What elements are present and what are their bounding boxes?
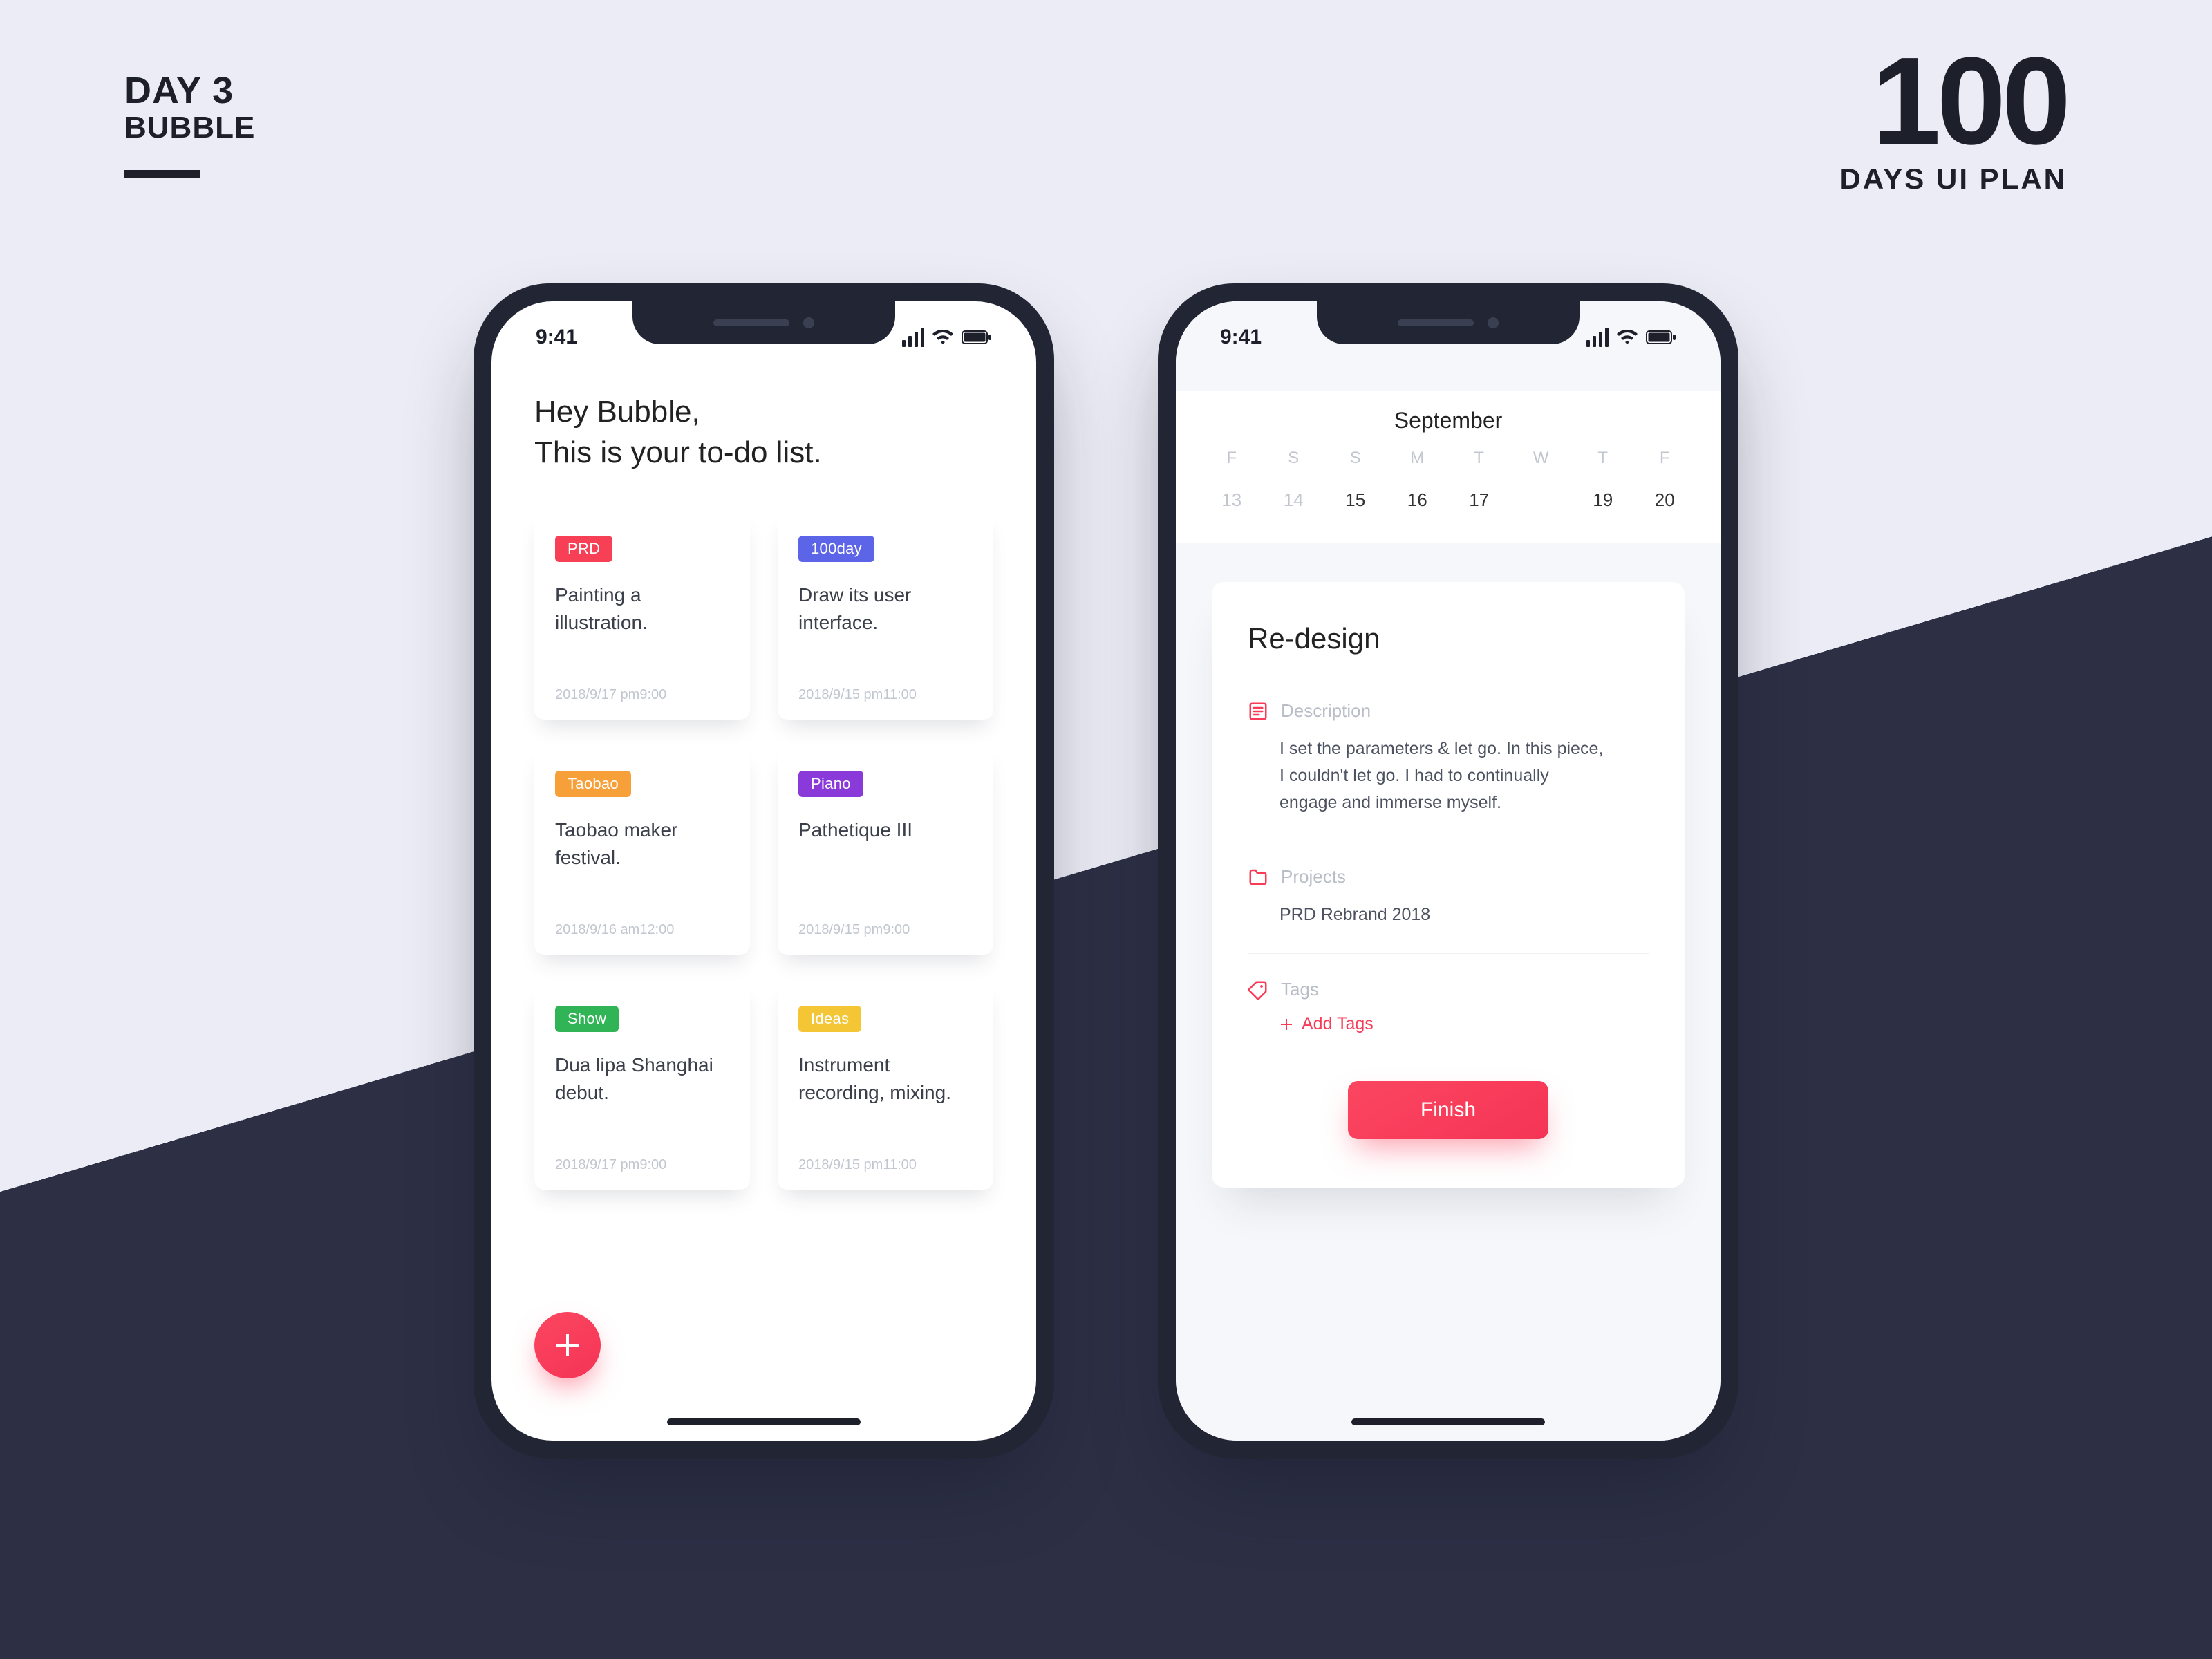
card-tag: Show xyxy=(555,1006,619,1032)
todo-cards-grid: PRD Painting a illustration. 2018/9/17 pm9… xyxy=(534,512,993,1190)
signal-icon xyxy=(1586,328,1609,347)
phone-detail: 9:41 September FSSMTWTF 1314151617181920… xyxy=(1158,283,1738,1459)
weekday-label: M xyxy=(1387,449,1449,468)
folder-icon xyxy=(1248,867,1268,888)
card-meta: 2018/9/15 pm9:00 xyxy=(798,901,973,938)
finish-label: Finish xyxy=(1421,1098,1476,1122)
card-title: Taobao maker festival. xyxy=(555,816,729,872)
task-detail-card: Re-design Description I set the paramete… xyxy=(1212,582,1685,1188)
weekday-label: F xyxy=(1634,449,1696,468)
task-title: Re-design xyxy=(1248,622,1649,655)
add-tags-label: Add Tags xyxy=(1302,1014,1374,1034)
calendar-date[interactable]: 14 xyxy=(1263,480,1325,519)
phone-todo: 9:41 Hey Bubble, This is your to-do list… xyxy=(474,283,1054,1459)
calendar-month: September xyxy=(1176,408,1721,433)
section-tags: Tags Add Tags xyxy=(1248,953,1649,1047)
todo-card[interactable]: 100day Draw its user interface. 2018/9/15 … xyxy=(778,512,993,720)
projects-text: PRD Rebrand 2018 xyxy=(1248,888,1607,948)
canvas-brand: 100 DAYS UI PLAN xyxy=(1839,48,2067,196)
weekday-label: F xyxy=(1201,449,1263,468)
canvas-label: DAY 3 BUBBLE xyxy=(124,69,255,178)
plus-icon xyxy=(554,1331,581,1359)
description-text: I set the parameters & let go. In this p… xyxy=(1248,722,1607,835)
greeting-line1: Hey Bubble, xyxy=(534,391,993,432)
calendar-date[interactable]: 19 xyxy=(1572,480,1634,519)
calendar-date[interactable]: 17 xyxy=(1448,480,1510,519)
calendar-date[interactable]: 20 xyxy=(1634,480,1696,519)
card-meta: 2018/9/16 am12:00 xyxy=(555,901,729,938)
canvas-brand-sub: DAYS UI PLAN xyxy=(1839,162,2067,196)
card-tag: Taobao xyxy=(555,771,631,797)
description-icon xyxy=(1248,701,1268,722)
greeting-line2: This is your to-do list. xyxy=(534,432,993,473)
phone-notch xyxy=(632,301,895,344)
status-time: 9:41 xyxy=(536,326,577,349)
weekday-label: S xyxy=(1324,449,1387,468)
calendar-date[interactable]: 13 xyxy=(1201,480,1263,519)
todo-card[interactable]: Ideas Instrument recording, mixing. 2018/9… xyxy=(778,982,993,1190)
phone-notch xyxy=(1317,301,1580,344)
section-tags-label: Tags xyxy=(1281,979,1319,1000)
battery-icon xyxy=(962,330,992,345)
status-time: 9:41 xyxy=(1220,326,1262,349)
calendar-date-selected[interactable]: 18 xyxy=(1510,480,1573,519)
section-projects: Projects PRD Rebrand 2018 xyxy=(1248,841,1649,953)
canvas-label-line1: DAY 3 xyxy=(124,69,255,112)
calendar-date[interactable]: 16 xyxy=(1387,480,1449,519)
card-meta: 2018/9/15 pm11:00 xyxy=(798,666,973,703)
calendar-dates: 1314151617181920 xyxy=(1176,468,1721,519)
plus-icon xyxy=(1280,1018,1293,1031)
card-tag: PRD xyxy=(555,536,612,562)
section-description: Description I set the parameters & let g… xyxy=(1248,675,1649,841)
calendar-weekdays: FSSMTWTF xyxy=(1176,433,1721,468)
add-tags-button[interactable]: Add Tags xyxy=(1248,1000,1649,1041)
weekday-label: T xyxy=(1448,449,1510,468)
canvas-label-rule xyxy=(124,170,200,178)
todo-card[interactable]: Taobao Taobao maker festival. 2018/9/16 am… xyxy=(534,747,750,955)
card-meta: 2018/9/15 pm11:00 xyxy=(798,1136,973,1173)
wifi-icon xyxy=(1617,330,1638,345)
todo-card[interactable]: Piano Pathetique III 2018/9/15 pm9:00 xyxy=(778,747,993,955)
canvas-brand-number: 100 xyxy=(1839,48,2067,154)
battery-icon xyxy=(1646,330,1676,345)
card-tag: Piano xyxy=(798,771,863,797)
add-task-button[interactable] xyxy=(534,1312,601,1378)
card-tag: Ideas xyxy=(798,1006,861,1032)
card-meta: 2018/9/17 pm9:00 xyxy=(555,1136,729,1173)
card-meta: 2018/9/17 pm9:00 xyxy=(555,666,729,703)
calendar-date[interactable]: 15 xyxy=(1324,480,1387,519)
weekday-label: W xyxy=(1510,449,1573,468)
todo-card[interactable]: PRD Painting a illustration. 2018/9/17 pm9… xyxy=(534,512,750,720)
card-title: Instrument recording, mixing. xyxy=(798,1051,973,1107)
card-title: Draw its user interface. xyxy=(798,581,973,637)
calendar-header: September FSSMTWTF 1314151617181920 xyxy=(1176,391,1721,543)
signal-icon xyxy=(902,328,924,347)
finish-button[interactable]: Finish xyxy=(1348,1081,1548,1139)
section-projects-label: Projects xyxy=(1281,866,1346,888)
canvas-label-line2: BUBBLE xyxy=(124,111,255,145)
card-title: Painting a illustration. xyxy=(555,581,729,637)
home-indicator xyxy=(667,1418,861,1425)
todo-card[interactable]: Show Dua lipa Shanghai debut. 2018/9/17 pm… xyxy=(534,982,750,1190)
card-tag: 100day xyxy=(798,536,874,562)
section-description-label: Description xyxy=(1281,700,1371,722)
card-title: Pathetique III xyxy=(798,816,973,845)
tag-icon xyxy=(1248,980,1268,1000)
greeting: Hey Bubble, This is your to-do list. xyxy=(534,391,993,474)
home-indicator xyxy=(1351,1418,1545,1425)
wifi-icon xyxy=(932,330,953,345)
weekday-label: S xyxy=(1263,449,1325,468)
card-title: Dua lipa Shanghai debut. xyxy=(555,1051,729,1107)
weekday-label: T xyxy=(1572,449,1634,468)
